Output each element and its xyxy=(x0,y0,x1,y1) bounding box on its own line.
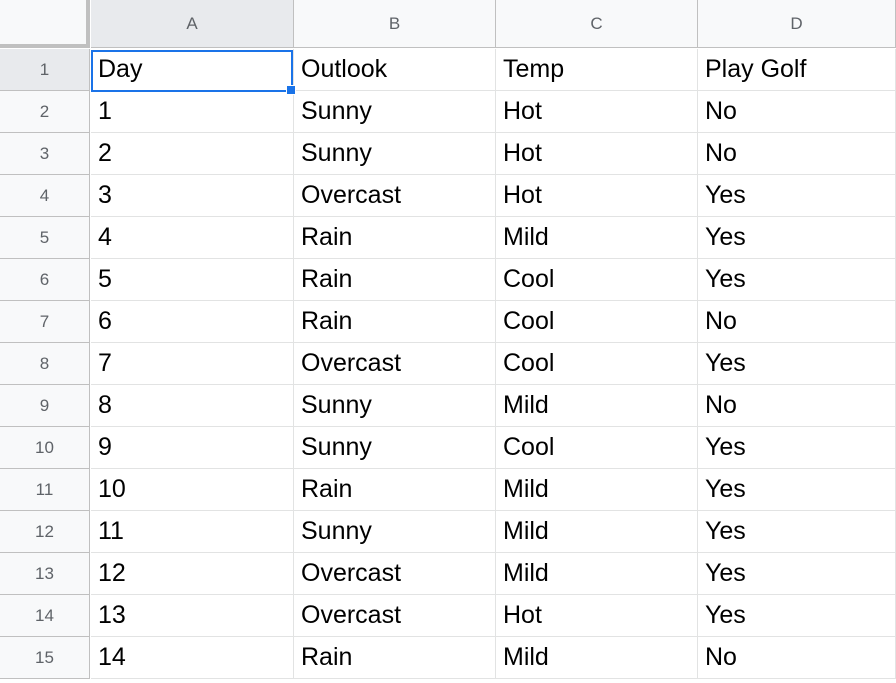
row-header-4[interactable]: 4 xyxy=(0,175,90,217)
cell-c5[interactable]: Mild xyxy=(496,217,698,259)
select-all-corner[interactable] xyxy=(0,0,90,48)
cell-d5[interactable]: Yes xyxy=(698,217,896,259)
cell-a9[interactable]: 8 xyxy=(91,385,294,427)
row-header-8[interactable]: 8 xyxy=(0,343,90,385)
cell-b6[interactable]: Rain xyxy=(294,259,496,301)
cell-b12[interactable]: Sunny xyxy=(294,511,496,553)
row-header-15[interactable]: 15 xyxy=(0,637,90,679)
cell-d13[interactable]: Yes xyxy=(698,553,896,595)
cell-b4[interactable]: Overcast xyxy=(294,175,496,217)
cell-b2[interactable]: Sunny xyxy=(294,91,496,133)
cell-b1[interactable]: Outlook xyxy=(294,49,496,91)
row-header-12[interactable]: 12 xyxy=(0,511,90,553)
cell-d2[interactable]: No xyxy=(698,91,896,133)
cell-a1[interactable]: Day xyxy=(91,49,294,91)
column-header-d[interactable]: D xyxy=(698,0,896,48)
fill-handle[interactable] xyxy=(286,85,296,95)
cell-c1[interactable]: Temp xyxy=(496,49,698,91)
row-header-9[interactable]: 9 xyxy=(0,385,90,427)
cell-b7[interactable]: Rain xyxy=(294,301,496,343)
cell-b3[interactable]: Sunny xyxy=(294,133,496,175)
cell-c7[interactable]: Cool xyxy=(496,301,698,343)
cell-c13[interactable]: Mild xyxy=(496,553,698,595)
cell-d4[interactable]: Yes xyxy=(698,175,896,217)
cell-a4[interactable]: 3 xyxy=(91,175,294,217)
row-header-3[interactable]: 3 xyxy=(0,133,90,175)
cell-a13[interactable]: 12 xyxy=(91,553,294,595)
cell-a3[interactable]: 2 xyxy=(91,133,294,175)
cell-c12[interactable]: Mild xyxy=(496,511,698,553)
row-header-2[interactable]: 2 xyxy=(0,91,90,133)
cell-d1[interactable]: Play Golf xyxy=(698,49,896,91)
cell-d14[interactable]: Yes xyxy=(698,595,896,637)
cell-c15[interactable]: Mild xyxy=(496,637,698,679)
cell-b14[interactable]: Overcast xyxy=(294,595,496,637)
row-header-1[interactable]: 1 xyxy=(0,49,90,91)
cell-d15[interactable]: No xyxy=(698,637,896,679)
cell-c10[interactable]: Cool xyxy=(496,427,698,469)
row-header-7[interactable]: 7 xyxy=(0,301,90,343)
row-header-5[interactable]: 5 xyxy=(0,217,90,259)
row-header-13[interactable]: 13 xyxy=(0,553,90,595)
cell-b11[interactable]: Rain xyxy=(294,469,496,511)
cell-a14[interactable]: 13 xyxy=(91,595,294,637)
cell-b13[interactable]: Overcast xyxy=(294,553,496,595)
cell-b15[interactable]: Rain xyxy=(294,637,496,679)
spreadsheet-grid: A B C D 1 Day Outlook Temp Play Golf 2 1 Sunny Hot No… xyxy=(0,0,896,683)
row-header-11[interactable]: 11 xyxy=(0,469,90,511)
cell-d6[interactable]: Yes xyxy=(698,259,896,301)
cell-c4[interactable]: Hot xyxy=(496,175,698,217)
cell-b9[interactable]: Sunny xyxy=(294,385,496,427)
cell-c11[interactable]: Mild xyxy=(496,469,698,511)
column-header-c[interactable]: C xyxy=(496,0,698,48)
cell-d9[interactable]: No xyxy=(698,385,896,427)
column-header-b[interactable]: B xyxy=(294,0,496,48)
cell-a2[interactable]: 1 xyxy=(91,91,294,133)
cell-b5[interactable]: Rain xyxy=(294,217,496,259)
cell-c9[interactable]: Mild xyxy=(496,385,698,427)
cell-a10[interactable]: 9 xyxy=(91,427,294,469)
cell-c8[interactable]: Cool xyxy=(496,343,698,385)
column-header-a[interactable]: A xyxy=(91,0,294,48)
cell-a6[interactable]: 5 xyxy=(91,259,294,301)
cell-d7[interactable]: No xyxy=(698,301,896,343)
row-header-6[interactable]: 6 xyxy=(0,259,90,301)
cell-d10[interactable]: Yes xyxy=(698,427,896,469)
cell-c2[interactable]: Hot xyxy=(496,91,698,133)
cell-b8[interactable]: Overcast xyxy=(294,343,496,385)
cell-d8[interactable]: Yes xyxy=(698,343,896,385)
cell-d3[interactable]: No xyxy=(698,133,896,175)
cell-d12[interactable]: Yes xyxy=(698,511,896,553)
row-header-14[interactable]: 14 xyxy=(0,595,90,637)
cell-c14[interactable]: Hot xyxy=(496,595,698,637)
cell-d11[interactable]: Yes xyxy=(698,469,896,511)
cell-a7[interactable]: 6 xyxy=(91,301,294,343)
cell-a5[interactable]: 4 xyxy=(91,217,294,259)
cell-c6[interactable]: Cool xyxy=(496,259,698,301)
cell-a15[interactable]: 14 xyxy=(91,637,294,679)
row-header-10[interactable]: 10 xyxy=(0,427,90,469)
cell-a8[interactable]: 7 xyxy=(91,343,294,385)
cell-a11[interactable]: 10 xyxy=(91,469,294,511)
cell-b10[interactable]: Sunny xyxy=(294,427,496,469)
cell-a12[interactable]: 11 xyxy=(91,511,294,553)
cell-c3[interactable]: Hot xyxy=(496,133,698,175)
